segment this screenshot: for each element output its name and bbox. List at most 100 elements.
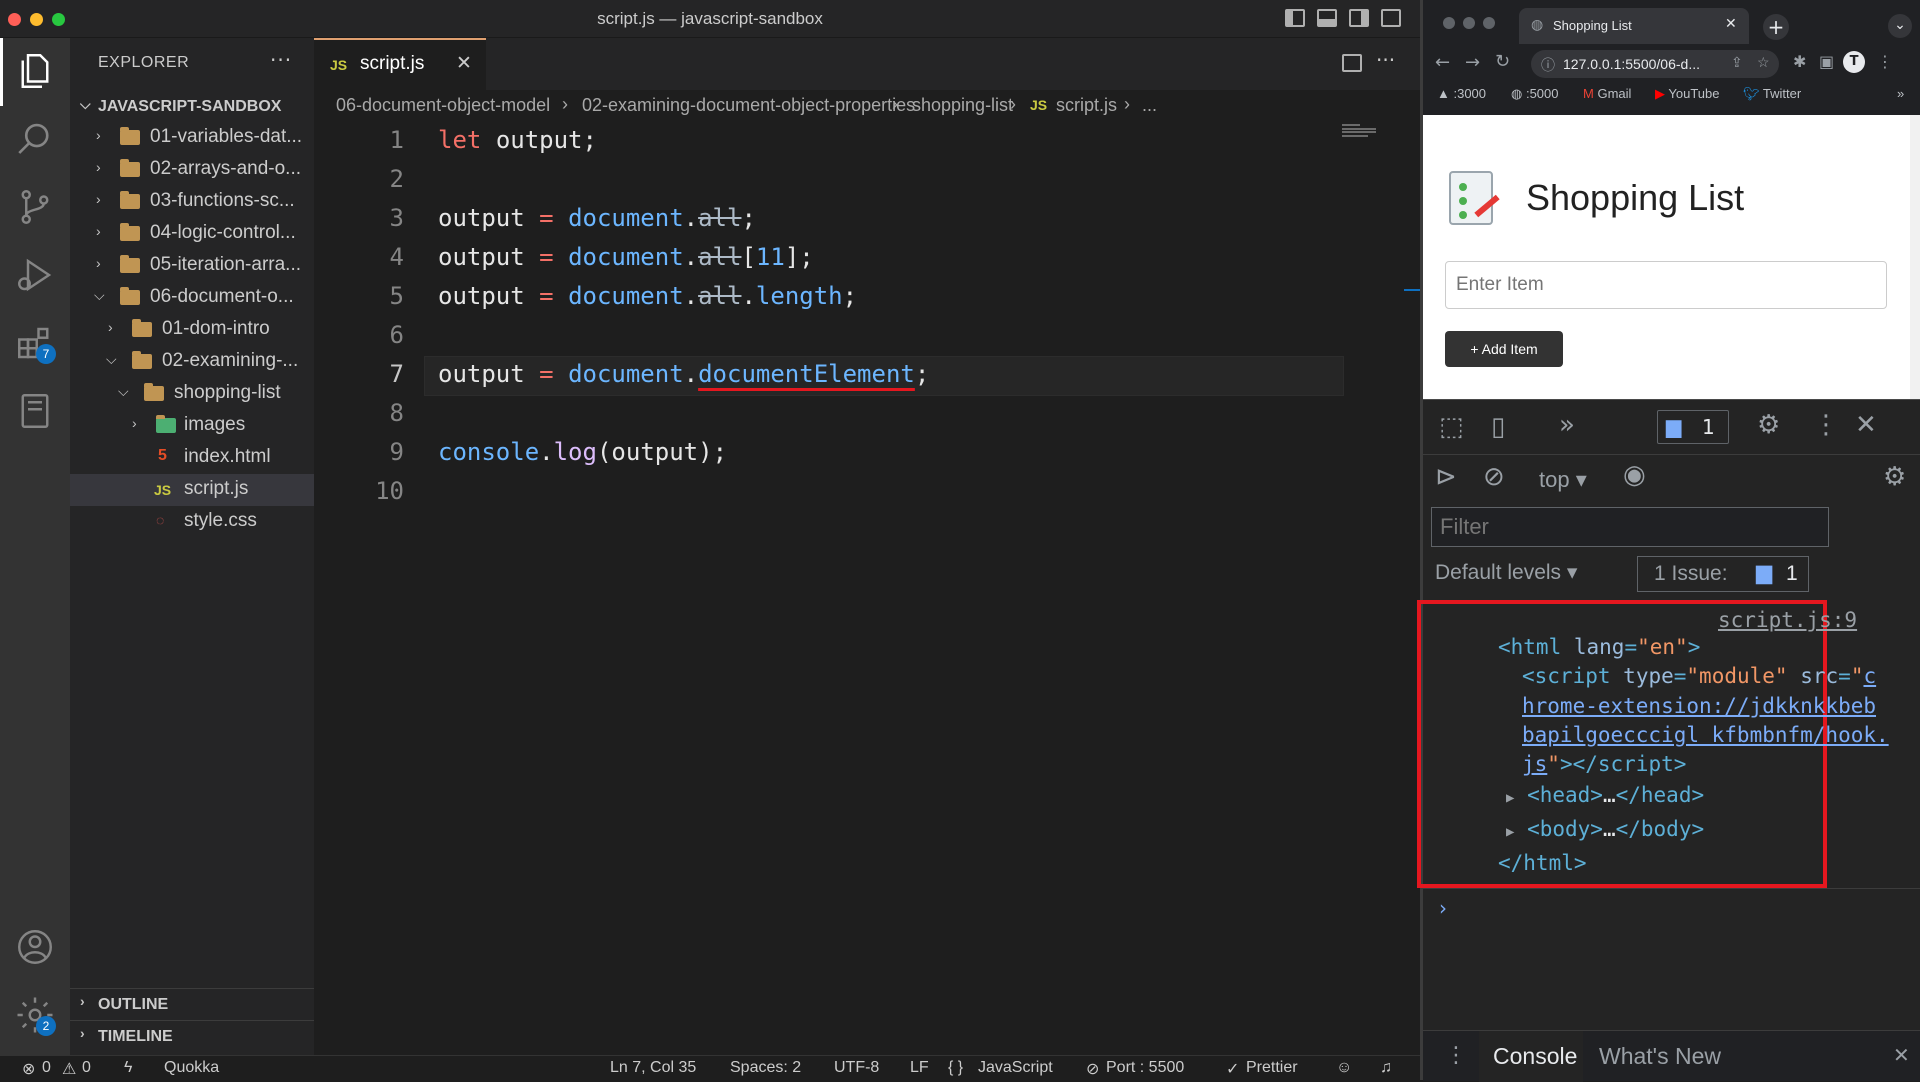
console-dom-node[interactable]: <script type="module" src="c: [1522, 664, 1876, 688]
profile-avatar[interactable]: T: [1843, 51, 1865, 73]
console-dom-node[interactable]: ▶ <body>…</body>: [1506, 817, 1704, 841]
bookmark-item[interactable]: M Gmail: [1583, 86, 1631, 101]
issues-button[interactable]: 1 Issue: ▆ 1: [1637, 556, 1809, 592]
lightning-icon[interactable]: ϟ: [124, 1059, 132, 1077]
reload-icon[interactable]: ↻: [1495, 51, 1510, 72]
tree-folder-item[interactable]: › images: [70, 410, 314, 442]
prettier-status[interactable]: Prettier: [1246, 1059, 1298, 1077]
extensions-puzzle-icon[interactable]: ✱: [1793, 52, 1806, 71]
tree-folder-item[interactable]: › 01-variables-dat...: [70, 122, 314, 154]
customize-layout-icon[interactable]: [1381, 9, 1401, 27]
tab-script-js[interactable]: JS script.js ✕: [314, 38, 486, 90]
console-link-text[interactable]: hrome-extension://jdkknkkbeb: [1522, 694, 1876, 718]
tree-file-item-selected[interactable]: JS script.js: [70, 474, 314, 506]
maximize-window-button[interactable]: [1483, 17, 1495, 29]
back-icon[interactable]: ←: [1435, 52, 1450, 73]
bookmarks-overflow-icon[interactable]: »: [1897, 86, 1904, 101]
drawer-menu-icon[interactable]: ⋮: [1445, 1043, 1467, 1068]
breadcrumb-item[interactable]: ...: [1142, 95, 1157, 116]
context-selector[interactable]: top ▾: [1539, 467, 1587, 493]
close-devtools-icon[interactable]: ✕: [1855, 410, 1877, 440]
search-icon[interactable]: [14, 118, 56, 160]
explorer-icon[interactable]: [14, 50, 56, 92]
close-tab-icon[interactable]: ✕: [456, 52, 472, 74]
close-window-button[interactable]: [1443, 17, 1455, 29]
console-dom-node[interactable]: js"></script>: [1522, 752, 1686, 776]
clear-console-icon[interactable]: ⊘: [1483, 462, 1505, 492]
feedback-icon[interactable]: ☺: [1336, 1059, 1352, 1077]
sidebar-toggle-icon[interactable]: ⊳: [1435, 462, 1457, 492]
manage-gear-icon[interactable]: 2: [14, 994, 56, 1036]
breadcrumb-item[interactable]: script.js: [1056, 95, 1117, 116]
issues-counter[interactable]: ▆ 1: [1657, 410, 1729, 444]
breadcrumb-item[interactable]: 02-examining-document-object-properties: [582, 95, 915, 116]
bookmark-item[interactable]: ▲ :3000: [1437, 86, 1486, 101]
tree-folder-item[interactable]: › 03-functions-sc...: [70, 186, 314, 218]
chrome-menu-icon[interactable]: ⋮: [1877, 52, 1893, 71]
item-input[interactable]: [1445, 261, 1887, 309]
device-toolbar-icon[interactable]: ▯: [1491, 412, 1505, 442]
code-editor[interactable]: 1 2 3 4 5 6 7 8 9 10 let output; output …: [314, 122, 1420, 1055]
live-server-port[interactable]: Port : 5500: [1106, 1059, 1184, 1077]
timeline-section[interactable]: › TIMELINE: [70, 1020, 314, 1052]
tree-folder-item[interactable]: ⌵ shopping-list: [70, 378, 314, 410]
end-of-line[interactable]: LF: [910, 1059, 929, 1077]
close-drawer-icon[interactable]: ✕: [1893, 1043, 1910, 1067]
bookmark-item[interactable]: ▶ YouTube: [1655, 86, 1719, 102]
warnings-icon[interactable]: ⚠: [62, 1059, 76, 1079]
share-icon[interactable]: ⇪: [1731, 54, 1743, 71]
breadcrumb-item[interactable]: shopping-list: [912, 95, 1013, 116]
bookmark-item[interactable]: 🐦︎ Twitter: [1743, 86, 1801, 102]
toggle-panel-icon[interactable]: [1317, 9, 1337, 27]
indentation[interactable]: Spaces: 2: [730, 1059, 801, 1077]
breadcrumb-item[interactable]: 06-document-object-model: [336, 95, 550, 116]
tree-folder-item[interactable]: › 01-dom-intro: [70, 314, 314, 346]
tab-whats-new[interactable]: What's New: [1599, 1043, 1721, 1070]
accounts-icon[interactable]: [14, 926, 56, 968]
split-editor-icon[interactable]: [1342, 54, 1362, 72]
console-prompt-icon[interactable]: ›: [1439, 896, 1447, 920]
console-link-text[interactable]: bapilgoecccigl kfbmbnfm/hook.: [1522, 723, 1889, 747]
console-dom-node[interactable]: ▶ <head>…</head>: [1506, 783, 1704, 807]
minimap[interactable]: [1338, 122, 1398, 142]
notifications-bell-icon[interactable]: ♫: [1380, 1059, 1392, 1077]
forward-icon[interactable]: →: [1465, 52, 1480, 73]
console-filter-input[interactable]: [1431, 507, 1829, 547]
source-control-icon[interactable]: [14, 186, 56, 228]
tree-folder-item[interactable]: › 05-iteration-arra...: [70, 250, 314, 282]
tab-console[interactable]: Console: [1479, 1031, 1583, 1082]
log-levels-dropdown[interactable]: Default levels ▾: [1435, 560, 1577, 585]
encoding[interactable]: UTF-8: [834, 1059, 879, 1077]
remote-explorer-icon[interactable]: [14, 390, 56, 432]
info-icon[interactable]: ⓘ: [1541, 55, 1555, 75]
tree-file-item[interactable]: ◌ style.css: [70, 506, 314, 538]
explorer-more-button[interactable]: ···: [270, 48, 292, 72]
new-tab-button[interactable]: +: [1763, 14, 1789, 40]
bookmark-star-icon[interactable]: ☆: [1757, 54, 1770, 71]
toggle-sidebar-icon[interactable]: [1285, 9, 1305, 27]
language-mode[interactable]: JavaScript: [978, 1059, 1053, 1077]
live-expression-eye-icon[interactable]: ◉: [1623, 460, 1646, 490]
warnings-count[interactable]: 0: [82, 1059, 91, 1077]
console-dom-node[interactable]: </html>: [1498, 851, 1587, 875]
console-dom-node[interactable]: <html lang="en">: [1498, 635, 1700, 659]
more-actions-icon[interactable]: ···: [1376, 48, 1395, 72]
console-settings-icon[interactable]: ⚙: [1883, 462, 1906, 492]
tree-folder-item[interactable]: › 04-logic-control...: [70, 218, 314, 250]
add-item-button[interactable]: + Add Item: [1445, 331, 1563, 367]
settings-gear-icon[interactable]: ⚙: [1757, 410, 1780, 440]
inspect-element-icon[interactable]: ⬚: [1439, 412, 1464, 442]
address-bar[interactable]: ⓘ 127.0.0.1:5500/06-d... ⇪ ☆: [1531, 50, 1779, 78]
minimize-window-button[interactable]: [1463, 17, 1475, 29]
outline-section[interactable]: › OUTLINE: [70, 988, 314, 1020]
tree-folder-item[interactable]: › 02-arrays-and-o...: [70, 154, 314, 186]
errors-count[interactable]: 0: [42, 1059, 51, 1077]
bookmark-item[interactable]: ◍ :5000: [1511, 86, 1559, 102]
kebab-menu-icon[interactable]: ⋮: [1813, 410, 1839, 440]
workspace-root[interactable]: ⌵ JAVASCRIPT-SANDBOX: [70, 91, 314, 123]
cursor-position[interactable]: Ln 7, Col 35: [610, 1059, 696, 1077]
tree-folder-item[interactable]: ⌵ 06-document-o...: [70, 282, 314, 314]
more-tabs-icon[interactable]: »: [1559, 410, 1575, 440]
errors-icon[interactable]: ⊗: [22, 1059, 35, 1079]
source-link[interactable]: script.js:9: [1718, 608, 1857, 632]
